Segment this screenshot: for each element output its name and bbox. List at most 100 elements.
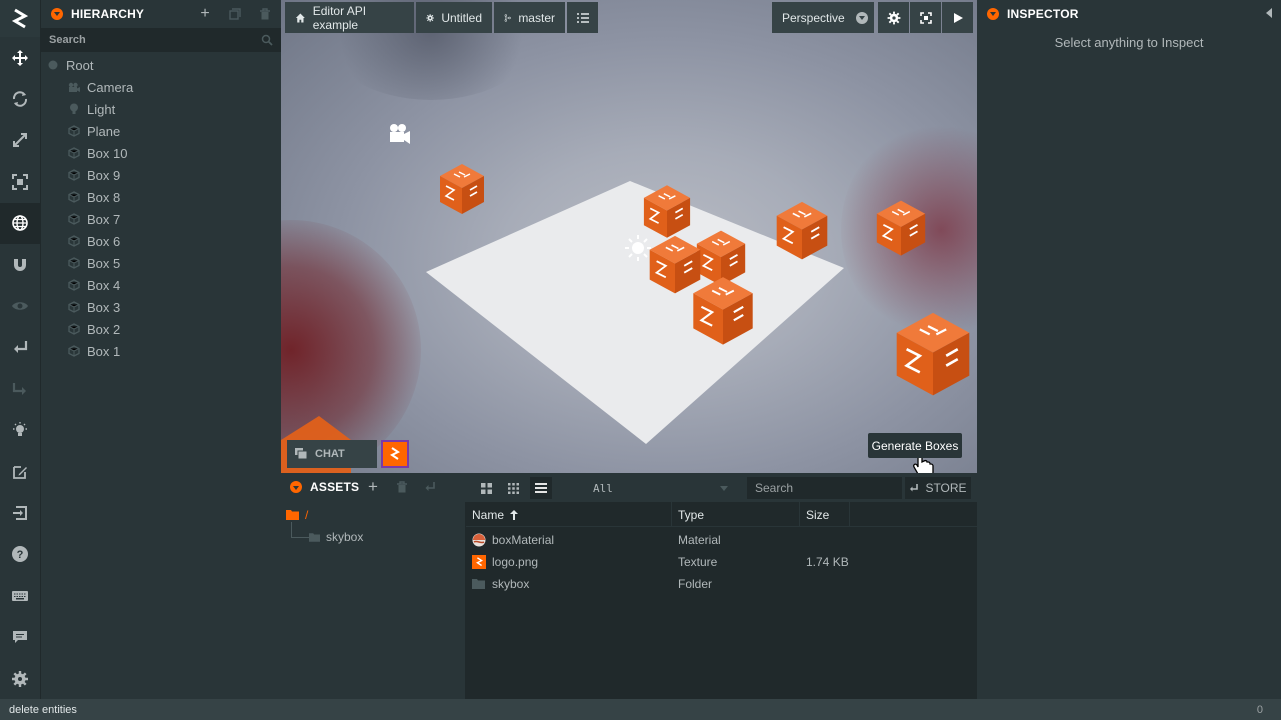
assets-panel: ASSETS + All Search STORE / skybox Name … — [281, 473, 977, 699]
tree-item-label: Plane — [87, 123, 121, 139]
hierarchy-tree: Root Camera Light Plane Box 10 Box 9 Box… — [41, 52, 281, 362]
menu-button[interactable] — [567, 2, 598, 33]
move-asset-button[interactable] — [424, 481, 436, 496]
tree-item-label: Light — [87, 101, 116, 117]
store-button[interactable]: STORE — [905, 477, 971, 499]
delete-asset-button[interactable] — [396, 481, 408, 496]
gear-icon — [426, 13, 434, 22]
logo-button[interactable] — [0, 0, 40, 37]
column-type[interactable]: Type — [672, 502, 800, 527]
table-row[interactable]: skybox Folder — [466, 573, 977, 595]
tree-item-camera[interactable]: Camera — [41, 76, 281, 98]
column-name[interactable]: Name — [466, 502, 672, 527]
box-entity[interactable] — [875, 199, 927, 257]
asset-type-filter[interactable]: All — [586, 477, 736, 499]
camera-mode-select[interactable]: Perspective — [772, 2, 874, 33]
entity-icon — [68, 257, 80, 269]
shortcuts-button[interactable] — [0, 575, 40, 616]
entity-icon — [68, 191, 80, 203]
assets-table: Name Type Size boxMaterial Material logo… — [466, 502, 977, 699]
chat-tab[interactable]: CHAT — [287, 440, 377, 468]
settings-button[interactable] — [0, 658, 40, 699]
rotate-tool-button[interactable] — [0, 78, 40, 119]
user-avatar[interactable] — [381, 440, 409, 468]
inspector-title: INSPECTOR — [1007, 6, 1079, 21]
tree-item-box[interactable]: Box 8 — [41, 186, 281, 208]
help-icon: ? — [12, 546, 28, 563]
tree-item-root[interactable]: Root — [41, 54, 281, 76]
folder-icon — [286, 510, 299, 520]
collapse-icon[interactable] — [51, 7, 63, 20]
svg-text:?: ? — [17, 549, 24, 561]
table-row[interactable]: logo.png Texture 1.74 KB — [466, 551, 977, 573]
assets-title: ASSETS — [310, 480, 360, 494]
camera-gizmo-icon[interactable] — [390, 124, 410, 144]
visibility-toggle[interactable] — [0, 285, 40, 326]
tree-item-box[interactable]: Box 1 — [41, 340, 281, 362]
tree-item-box[interactable]: Box 2 — [41, 318, 281, 340]
undo-button[interactable] — [0, 327, 40, 368]
box-entity[interactable] — [439, 163, 485, 215]
tree-item-box[interactable]: Box 7 — [41, 208, 281, 230]
texture-icon — [472, 555, 486, 569]
hierarchy-search-input[interactable]: Search — [41, 28, 281, 52]
folder-root[interactable]: / — [286, 508, 308, 522]
delete-entity-button[interactable] — [257, 6, 273, 22]
row-size: 1.74 KB — [806, 555, 849, 569]
column-size[interactable]: Size — [800, 502, 850, 527]
add-entity-button[interactable]: + — [197, 5, 213, 22]
export-icon — [13, 505, 27, 520]
code-editor-button[interactable] — [0, 451, 40, 492]
tree-item-box[interactable]: Box 4 — [41, 274, 281, 296]
snap-toggle[interactable] — [0, 244, 40, 285]
editor-root: ? HIERARCHY + Search Root Camera Light P… — [0, 0, 1281, 720]
branch-tab[interactable]: master — [494, 2, 565, 33]
grid-small-view-button[interactable] — [502, 477, 524, 499]
launch-button[interactable] — [942, 2, 973, 33]
branch-icon — [504, 13, 511, 22]
box-entity[interactable] — [895, 311, 971, 397]
scene-viewport[interactable] — [281, 0, 977, 473]
store-label: STORE — [925, 481, 967, 495]
collapse-icon[interactable] — [290, 481, 302, 493]
material-icon — [472, 533, 486, 547]
magnet-icon — [14, 258, 26, 271]
viewport-settings-button[interactable] — [878, 2, 909, 33]
table-row[interactable]: boxMaterial Material — [466, 529, 977, 551]
help-button[interactable]: ? — [0, 534, 40, 575]
folder-icon — [309, 532, 320, 542]
details-view-button[interactable] — [530, 477, 552, 499]
tree-item-label: Camera — [87, 79, 134, 95]
fullscreen-button[interactable] — [910, 2, 941, 33]
redo-button[interactable] — [0, 368, 40, 409]
fullscreen-icon — [919, 11, 932, 24]
tree-item-box[interactable]: Box 3 — [41, 296, 281, 318]
trash-icon — [260, 7, 270, 19]
world-space-toggle[interactable] — [0, 202, 40, 244]
asset-search-input[interactable]: Search — [747, 477, 902, 499]
assets-header: ASSETS + All Search STORE — [281, 473, 977, 502]
tree-item-light[interactable]: Light — [41, 98, 281, 120]
lightmapper-button[interactable] — [0, 410, 40, 451]
generate-boxes-button[interactable]: Generate Boxes — [868, 433, 962, 458]
feedback-button[interactable] — [0, 616, 40, 657]
collapse-icon[interactable] — [987, 7, 999, 20]
logo-icon — [390, 447, 400, 460]
grid-small-icon — [507, 482, 519, 494]
tree-item-box[interactable]: Box 5 — [41, 252, 281, 274]
tree-item-box[interactable]: Box 10 — [41, 142, 281, 164]
collapse-panel-button[interactable] — [1265, 6, 1273, 21]
tree-item-box[interactable]: Box 6 — [41, 230, 281, 252]
folder-skybox[interactable]: skybox — [309, 530, 363, 544]
add-asset-button[interactable]: + — [368, 478, 378, 495]
grid-large-view-button[interactable] — [475, 477, 497, 499]
tree-item-plane[interactable]: Plane — [41, 120, 281, 142]
tree-item-box[interactable]: Box 9 — [41, 164, 281, 186]
resize-tool-button[interactable] — [0, 161, 40, 202]
translate-tool-button[interactable] — [0, 37, 40, 78]
duplicate-entity-button[interactable] — [227, 6, 243, 22]
publish-button[interactable] — [0, 492, 40, 533]
scale-tool-button[interactable] — [0, 120, 40, 161]
scene-tab[interactable]: Untitled — [416, 2, 492, 33]
project-tab[interactable]: Editor API example — [285, 2, 414, 33]
